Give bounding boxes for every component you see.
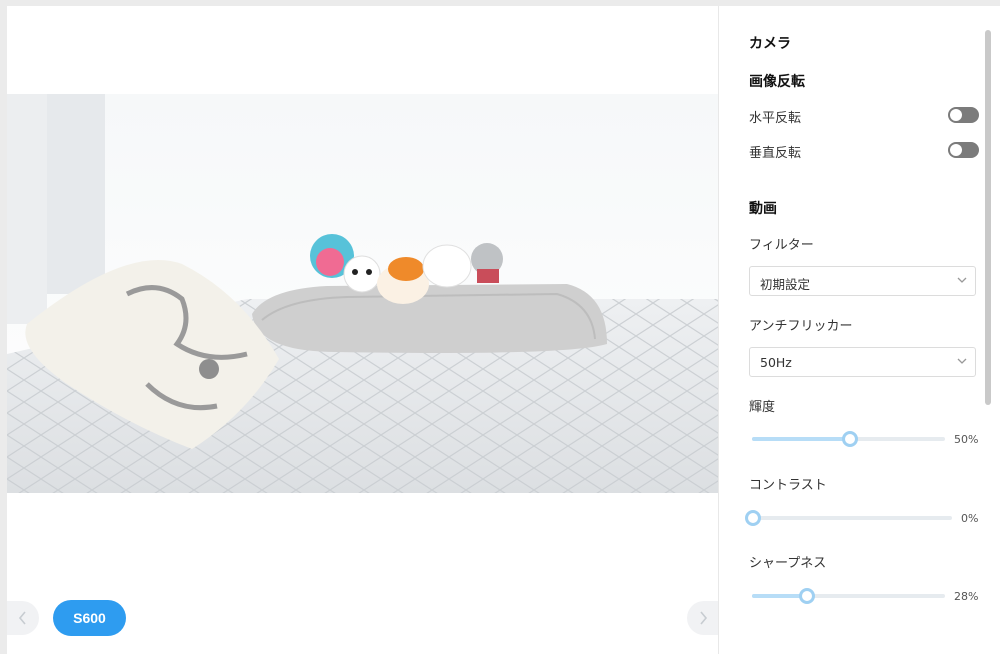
sharpness-value: 28% [954, 590, 979, 603]
slider-fill [752, 594, 806, 598]
contrast-slider[interactable] [745, 510, 952, 526]
brightness-slider[interactable] [752, 431, 945, 447]
slider-thumb[interactable] [745, 510, 761, 526]
contrast-label: コントラスト [749, 478, 827, 493]
chevron-down-icon [957, 358, 967, 364]
sharpness-slider[interactable] [752, 588, 945, 604]
toggle-knob [950, 144, 962, 156]
toggle-knob [950, 109, 962, 121]
camera-live-view[interactable] [7, 94, 718, 493]
brightness-value: 50% [954, 433, 979, 446]
image-flip-heading: 画像反転 [749, 74, 805, 90]
anti-flicker-select-value: 50Hz [760, 355, 792, 370]
slider-thumb[interactable] [799, 588, 815, 604]
app-window: S600 カメラ 画像反転 水平反転 垂直反転 動画 フィルター 初期設定 アン… [7, 6, 1000, 654]
brightness-label: 輝度 [749, 400, 776, 415]
video-heading: 動画 [749, 201, 777, 217]
device-selector-button[interactable]: S600 [53, 600, 126, 636]
next-camera-button[interactable] [687, 601, 719, 635]
filter-select-value: 初期設定 [760, 277, 811, 292]
vertical-flip-toggle[interactable] [948, 142, 979, 158]
horizontal-flip-label: 水平反転 [749, 111, 802, 126]
vertical-flip-label: 垂直反転 [749, 146, 802, 161]
filter-label: フィルター [749, 238, 814, 253]
previous-camera-button[interactable] [7, 601, 39, 635]
chevron-left-icon [18, 611, 26, 625]
slider-thumb[interactable] [842, 431, 858, 447]
slider-track [752, 516, 952, 520]
camera-heading: カメラ [749, 36, 791, 52]
sharpness-label: シャープネス [749, 556, 827, 571]
contrast-value: 0% [961, 512, 979, 525]
camera-feed-image [7, 94, 718, 493]
chevron-right-icon [700, 611, 708, 625]
chevron-down-icon [957, 277, 967, 283]
horizontal-flip-toggle[interactable] [948, 107, 979, 123]
camera-preview-area: S600 [7, 6, 719, 654]
anti-flicker-select[interactable]: 50Hz [749, 347, 976, 377]
slider-fill [752, 437, 849, 441]
filter-select[interactable]: 初期設定 [749, 266, 976, 296]
settings-scrollbar[interactable] [985, 30, 991, 405]
anti-flicker-label: アンチフリッカー [749, 319, 853, 334]
settings-panel: カメラ 画像反転 水平反転 垂直反転 動画 フィルター 初期設定 アンチフリッカ… [719, 6, 1000, 654]
